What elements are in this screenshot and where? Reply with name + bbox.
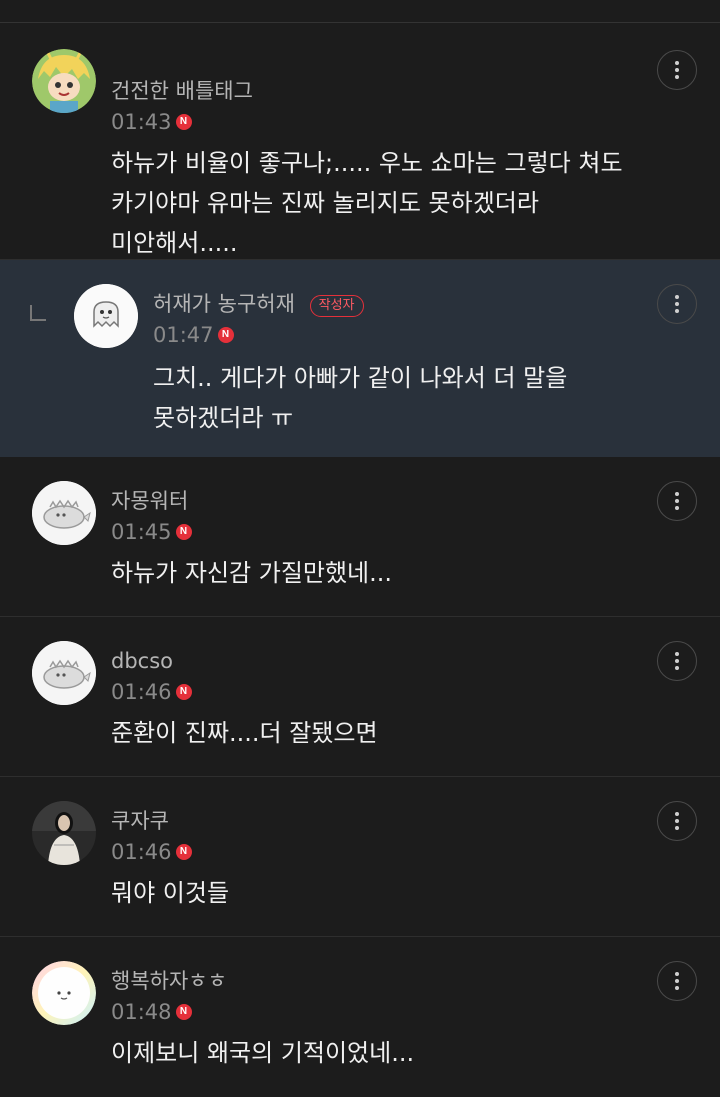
dot-icon [675, 68, 679, 72]
dot-icon [675, 492, 679, 496]
new-badge: N [175, 524, 192, 540]
dot-icon [675, 295, 679, 299]
comment-item: dbcso 01:46 N 준환이 진짜....더 잘됐으면 [0, 617, 720, 777]
dot-icon [675, 75, 679, 79]
comment-text: 준환이 진짜....더 잘됐으면 [111, 719, 378, 747]
more-options-button[interactable] [657, 481, 697, 521]
dot-icon [675, 659, 679, 663]
dot-icon [675, 652, 679, 656]
time-text: 01:48 [111, 1000, 172, 1024]
avatar[interactable] [32, 641, 96, 705]
dot-icon [675, 986, 679, 990]
time-text: 01:43 [111, 110, 172, 134]
dot-icon [675, 812, 679, 816]
comment-text: 뭐야 이것들 [111, 879, 230, 907]
top-divider [0, 0, 720, 23]
dot-icon [675, 972, 679, 976]
avatar[interactable] [32, 961, 96, 1025]
nickname[interactable]: 허재가 농구허재 작성자 [153, 291, 364, 317]
nickname[interactable]: dbcso [111, 648, 173, 674]
nickname[interactable]: 행복하자ㅎㅎ [111, 968, 227, 994]
timestamp: 01:46 N [111, 839, 192, 865]
timestamp: 01:43 N [111, 109, 192, 135]
comment-text: 이제보니 왜국의 기적이었네... [111, 1039, 415, 1067]
nickname[interactable]: 쿠자쿠 [111, 808, 169, 834]
comment-item: 건전한 배틀태그 01:43 N 하뉴가 비율이 좋구나;..... 우노 쇼마… [0, 23, 720, 260]
dot-icon [675, 302, 679, 306]
avatar[interactable] [32, 49, 96, 113]
timestamp: 01:48 N [111, 999, 192, 1025]
time-text: 01:47 [153, 323, 214, 347]
comment-text: 하뉴가 비율이 좋구나;..... 우노 쇼마는 그렇다 쳐도 카기야마 유마는… [111, 149, 623, 257]
more-options-button[interactable] [657, 50, 697, 90]
reply-item: 허재가 농구허재 작성자 01:47 N 그치.. 게다가 아빠가 같이 나와서… [0, 260, 720, 457]
comment-text: 그치.. 게다가 아빠가 같이 나와서 더 말을 못하겠더라 ㅠ [153, 364, 568, 432]
time-text: 01:45 [111, 520, 172, 544]
nickname[interactable]: 건전한 배틀태그 [111, 78, 253, 104]
dot-icon [675, 499, 679, 503]
more-options-button[interactable] [657, 284, 697, 324]
dot-icon [675, 979, 679, 983]
new-badge: N [175, 684, 192, 700]
timestamp: 01:47 N [153, 322, 234, 348]
reply-arrow-icon [30, 305, 46, 321]
avatar[interactable] [32, 801, 96, 865]
comment-item: 쿠자쿠 01:46 N 뭐야 이것들 [0, 777, 720, 937]
dot-icon [675, 309, 679, 313]
comment-item: 자몽워터 01:45 N 하뉴가 자신감 가질만했네... [0, 457, 720, 617]
time-text: 01:46 [111, 840, 172, 864]
dot-icon [675, 506, 679, 510]
nickname[interactable]: 자몽워터 [111, 488, 188, 514]
new-badge: N [175, 844, 192, 860]
new-badge: N [217, 327, 234, 343]
more-options-button[interactable] [657, 961, 697, 1001]
avatar[interactable] [74, 284, 138, 348]
time-text: 01:46 [111, 680, 172, 704]
avatar[interactable] [32, 481, 96, 545]
more-options-button[interactable] [657, 641, 697, 681]
comment-text: 하뉴가 자신감 가질만했네... [111, 559, 393, 587]
nickname-text[interactable]: 허재가 농구허재 [153, 292, 295, 316]
new-badge: N [175, 1004, 192, 1020]
timestamp: 01:46 N [111, 679, 192, 705]
dot-icon [675, 819, 679, 823]
comment-item: 행복하자ㅎㅎ 01:48 N 이제보니 왜국의 기적이었네... [0, 937, 720, 1097]
dot-icon [675, 666, 679, 670]
more-options-button[interactable] [657, 801, 697, 841]
dot-icon [675, 826, 679, 830]
new-badge: N [175, 114, 192, 130]
author-badge: 작성자 [309, 295, 364, 317]
dot-icon [675, 61, 679, 65]
timestamp: 01:45 N [111, 519, 192, 545]
